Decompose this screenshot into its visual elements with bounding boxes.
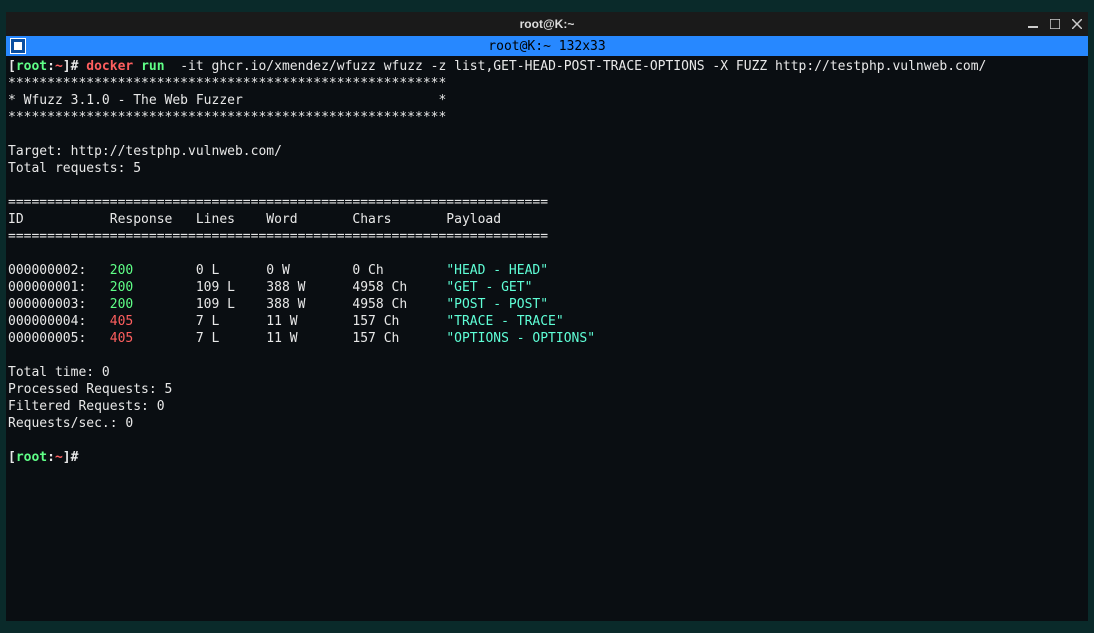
prompt2-colon: : [47,450,55,465]
row-word: 0 W [266,263,352,278]
sep-top: ========================================… [8,195,548,210]
prompt-user: root [16,59,47,74]
row-response: 200 [110,297,196,312]
cursor [78,450,86,465]
sep-bottom: ========================================… [8,229,548,244]
row-id: 000000001: [8,280,110,295]
row-chars: 0 Ch [352,263,446,278]
summary-filtered: Filtered Requests: 0 [8,399,165,414]
total-requests: Total requests: 5 [8,161,141,176]
row-word: 11 W [266,331,352,346]
banner-stars1: ****************************************… [8,76,446,91]
row-payload: "POST - POST" [446,297,548,312]
prompt2-user: root [16,450,47,465]
row-response: 200 [110,263,196,278]
terminal-body[interactable]: [root:~]# docker run -it ghcr.io/xmendez… [6,56,1088,621]
row-payload: "OPTIONS - OPTIONS" [446,331,595,346]
prompt2-bracket-open: [ [8,450,16,465]
target-line: Target: http://testphp.vulnweb.com/ [8,144,282,159]
terminal-window: root@K:~ root@K:~ 132x33 [root:~]# docke… [6,12,1088,621]
row-response: 405 [110,331,196,346]
row-lines: 0 L [196,263,266,278]
prompt2-path: ~ [55,450,63,465]
row-lines: 109 L [196,297,266,312]
row-id: 000000005: [8,331,110,346]
cmd-docker: docker [86,59,133,74]
row-word: 11 W [266,314,352,329]
prompt-bracket-open: [ [8,59,16,74]
window-title: root@K:~ [520,17,575,31]
row-lines: 109 L [196,280,266,295]
row-id: 000000004: [8,314,110,329]
results-table: 000000002: 200 0 L 0 W 0 Ch "HEAD - HEAD… [8,262,1086,347]
row-response: 405 [110,314,196,329]
cmd-run: run [141,59,164,74]
banner-title-pad: * [243,93,447,108]
row-payload: "GET - GET" [446,280,532,295]
prompt-path: ~ [55,59,63,74]
banner-stars2: ****************************************… [8,110,446,125]
table-header: ID Response Lines Word Chars Payload [8,212,501,227]
prompt2-close: ]# [63,450,79,465]
terminal-tab-title: root@K:~ 132x33 [488,39,605,54]
close-button[interactable] [1070,17,1084,31]
minimize-button[interactable] [1026,17,1040,31]
window-titlebar[interactable]: root@K:~ [6,12,1088,36]
app-icon [10,38,26,54]
terminal-tab-bar[interactable]: root@K:~ 132x33 [6,36,1088,56]
summary-rps: Requests/sec.: 0 [8,416,133,431]
row-chars: 4958 Ch [352,297,446,312]
row-id: 000000003: [8,297,110,312]
row-chars: 157 Ch [352,331,446,346]
row-chars: 157 Ch [352,314,446,329]
prompt-colon: : [47,59,55,74]
row-word: 388 W [266,297,352,312]
banner-title: * Wfuzz 3.1.0 - The Web Fuzzer [8,93,243,108]
row-lines: 7 L [196,331,266,346]
prompt-close: ]# [63,59,79,74]
row-lines: 7 L [196,314,266,329]
row-chars: 4958 Ch [352,280,446,295]
row-response: 200 [110,280,196,295]
window-controls [1026,12,1084,36]
row-payload: "TRACE - TRACE" [446,314,563,329]
row-id: 000000002: [8,263,110,278]
maximize-button[interactable] [1048,17,1062,31]
cmd-rest: -it ghcr.io/xmendez/wfuzz wfuzz -z list,… [165,59,987,74]
summary-processed: Processed Requests: 5 [8,382,172,397]
summary-total-time: Total time: 0 [8,365,110,380]
row-payload: "HEAD - HEAD" [446,263,548,278]
row-word: 388 W [266,280,352,295]
